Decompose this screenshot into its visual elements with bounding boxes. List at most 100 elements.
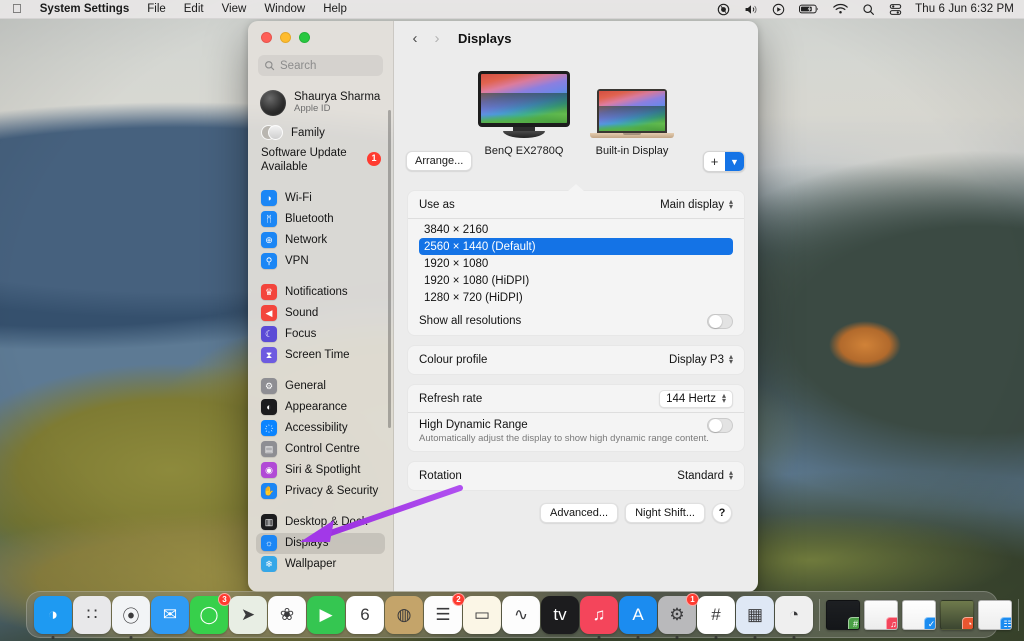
sidebar-item-screen-time[interactable]: ⧗Screen Time [256, 345, 385, 366]
dock-minimised-music-window[interactable]: ♫ [864, 600, 898, 630]
sidebar-item-label: Displays [285, 537, 328, 549]
sidebar-item-appearance[interactable]: ◐Appearance [256, 397, 385, 418]
colour-profile-value-group[interactable]: Display P3 ▴▾ [669, 354, 733, 366]
resolution-option[interactable]: 1920 × 1080 [419, 255, 733, 272]
dock-item-app-store[interactable]: A [619, 596, 657, 634]
dock-item-freeform[interactable]: ∿ [502, 596, 540, 634]
refresh-rate-popup[interactable]: 144 Hertz ▴▾ [659, 390, 733, 408]
colour-profile-label: Colour profile [419, 354, 487, 366]
dock-item-maps[interactable]: ➤ [229, 596, 267, 634]
sidebar-item-general[interactable]: ⚙General [256, 376, 385, 397]
dock-minimised-photo-window[interactable]: ◔ [940, 600, 974, 630]
dock-item-reminders[interactable]: ☰2 [424, 596, 462, 634]
dock-running-indicator [637, 636, 640, 639]
zoom-button[interactable] [299, 32, 310, 43]
sidebar-item-label: Sound [285, 307, 318, 319]
show-all-resolutions-toggle[interactable] [707, 314, 733, 329]
dock-item-calendar[interactable]: 6 [346, 596, 384, 634]
menu-bar-clock[interactable]: Thu 6 Jun 6:32 PM [909, 3, 1014, 15]
night-shift-button[interactable]: Night Shift... [625, 503, 705, 523]
sidebar-item-displays[interactable]: ☼Displays [256, 533, 385, 554]
resolution-option[interactable]: 2560 × 1440 (Default) [419, 238, 733, 255]
menu-item-system-settings[interactable]: System Settings [31, 3, 138, 15]
now-playing-icon[interactable] [765, 3, 792, 16]
dock-item-messages[interactable]: ◯3 [190, 596, 228, 634]
advanced-button[interactable]: Advanced... [540, 503, 618, 523]
chevron-down-icon[interactable]: ▼ [725, 152, 744, 171]
close-button[interactable] [261, 32, 272, 43]
resolution-option[interactable]: 1280 × 720 (HiDPI) [419, 289, 733, 306]
dock-item-contacts[interactable]: ◍ [385, 596, 423, 634]
sidebar-item-software-update[interactable]: Software Update Available 1 [248, 143, 393, 178]
page-title: Displays [458, 31, 511, 46]
menu-item-help[interactable]: Help [314, 3, 356, 15]
dock-item-photos[interactable]: ❀ [268, 596, 306, 634]
sidebar-item-wi-fi[interactable]: ◑Wi-Fi [256, 188, 385, 209]
screen-record-icon[interactable] [710, 3, 737, 16]
menu-item-window[interactable]: Window [255, 3, 314, 15]
wifi-icon[interactable] [826, 3, 855, 15]
battery-charging-icon[interactable] [792, 3, 826, 15]
menu-item-edit[interactable]: Edit [175, 3, 213, 15]
dock-minimised-spreadsheet-window[interactable]: ☷ [978, 600, 1012, 630]
minimise-button[interactable] [280, 32, 291, 43]
sidebar-item-apple-account[interactable]: Shaurya Sharma Apple ID [256, 86, 385, 120]
control-centre-icon[interactable] [882, 3, 909, 16]
sidebar-item-focus[interactable]: ☾Focus [256, 324, 385, 345]
minimised-window-badge: ◔ [962, 617, 974, 630]
dock-item-safari[interactable]: ⦿ [112, 596, 150, 634]
resolution-list[interactable]: 3840 × 21602560 × 1440 (Default)1920 × 1… [408, 219, 744, 307]
row-refresh-rate[interactable]: Refresh rate 144 Hertz ▴▾ [408, 385, 744, 413]
dock-running-indicator [598, 636, 601, 639]
dock-item-loom[interactable]: ◔ [775, 596, 813, 634]
dock-item-finder[interactable]: ◑ [34, 596, 72, 634]
chevron-right-icon[interactable]: › [426, 27, 448, 49]
sidebar-item-privacy-security[interactable]: ✋Privacy & Security [256, 481, 385, 502]
dock-minimised-terminal-window[interactable]: # [826, 600, 860, 630]
row-show-all-resolutions[interactable]: Show all resolutions [408, 307, 744, 335]
sidebar-item-vpn[interactable]: ⚲VPN [256, 251, 385, 272]
dock-item-mail[interactable]: ✉ [151, 596, 189, 634]
arrange-button[interactable]: Arrange... [406, 151, 472, 171]
add-display-button[interactable]: + [704, 152, 725, 171]
row-colour-profile[interactable]: Colour profile Display P3 ▴▾ [408, 346, 744, 374]
sidebar-item-wallpaper[interactable]: ❄Wallpaper [256, 554, 385, 572]
gear-icon: ⚙ [261, 378, 277, 394]
dock-divider-2 [1018, 599, 1019, 631]
help-button[interactable]: ? [712, 503, 732, 523]
sidebar-item-sound[interactable]: ◀Sound [256, 303, 385, 324]
display-thumbnail-builtin[interactable]: Built-in Display [590, 89, 674, 157]
sidebar-item-family[interactable]: Family [256, 122, 385, 143]
dock-minimised-document-window[interactable]: ✓ [902, 600, 936, 630]
sidebar-item-network[interactable]: ⊕Network [256, 230, 385, 251]
menu-item-file[interactable]: File [138, 3, 175, 15]
search-field[interactable]: Search [258, 55, 383, 76]
dock-item-music[interactable]: ♫ [580, 596, 618, 634]
resolution-option[interactable]: 1920 × 1080 (HiDPI) [419, 272, 733, 289]
row-use-as[interactable]: Use as Main display ▴▾ [408, 191, 744, 219]
dock-item-preview[interactable]: ▦ [736, 596, 774, 634]
sidebar-item-siri-spotlight[interactable]: ◉Siri & Spotlight [256, 460, 385, 481]
volume-icon[interactable] [737, 3, 765, 16]
resolution-option[interactable]: 3840 × 2160 [419, 221, 733, 238]
rotation-value-group[interactable]: Standard ▴▾ [677, 470, 733, 482]
sidebar-item-accessibility[interactable]: ҉Accessibility [256, 418, 385, 439]
dock-item-slack[interactable]: # [697, 596, 735, 634]
search-icon[interactable] [855, 3, 882, 16]
apple-logo-icon[interactable]:  [9, 2, 31, 17]
sidebar-item-desktop-dock[interactable]: ▥Desktop & Dock [256, 512, 385, 533]
sidebar-item-control-centre[interactable]: ▤Control Centre [256, 439, 385, 460]
dock-item-system-settings[interactable]: ⚙1 [658, 596, 696, 634]
dock-item-apple-tv[interactable]: tv [541, 596, 579, 634]
dock-item-facetime[interactable]: ▶ [307, 596, 345, 634]
dock-item-launchpad[interactable]: ∷ [73, 596, 111, 634]
sidebar-item-bluetooth[interactable]: ᛗBluetooth [256, 209, 385, 230]
use-as-value-group[interactable]: Main display ▴▾ [660, 199, 733, 211]
sidebar-item-notifications[interactable]: ♛Notifications [256, 282, 385, 303]
hdr-toggle[interactable] [707, 418, 733, 433]
display-thumbnail-external[interactable]: BenQ EX2780Q [478, 71, 570, 157]
row-rotation[interactable]: Rotation Standard ▴▾ [408, 462, 744, 490]
dock-item-notes[interactable]: ▭ [463, 596, 501, 634]
chevron-left-icon[interactable]: ‹ [404, 27, 426, 49]
menu-item-view[interactable]: View [213, 3, 256, 15]
